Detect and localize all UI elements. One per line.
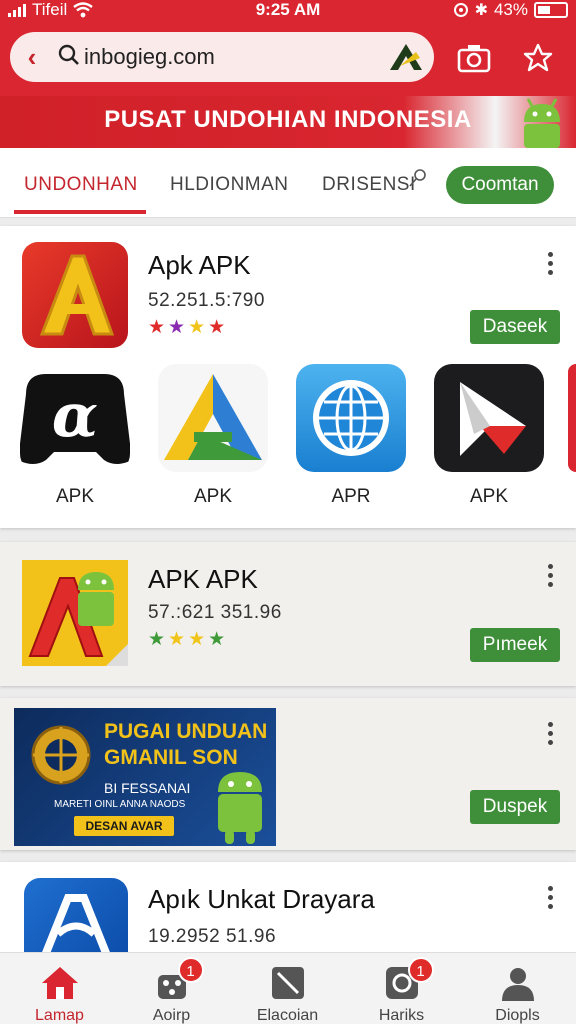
active-tab-indicator [14,210,146,214]
home-icon [40,963,80,1003]
primeek-button[interactable]: Pımeek [470,628,560,662]
featured-app-5-partial[interactable] [568,364,576,472]
promo-banner[interactable]: PUGAI UNDUAN GMANIL SON BI FESSANAI MARE… [14,708,276,846]
back-icon[interactable]: ‹ [10,42,54,73]
bookmark-button[interactable] [516,36,560,80]
star-icon: ★ [188,317,206,338]
app-downloads: 52.251.5:790 [148,290,265,311]
bluetooth-icon: ✱ [474,2,488,19]
notification-badge: 1 [407,957,434,983]
address-bar[interactable]: ‹ inbogieg.com [10,32,434,82]
promo-line-4: MARETI OINL ANNA NAODS [54,799,186,810]
url-text[interactable]: inbogieg.com [84,44,386,70]
daseek-button[interactable]: Daseek [470,310,560,344]
top-banner: PUSAT UNDOHIAN INDONESIA [0,96,576,148]
nav-hariks[interactable]: 1 Hariks [344,953,459,1024]
nav-label: Lamap [35,1007,84,1024]
nav-lamap[interactable]: Lamap [2,953,117,1024]
duspek-button[interactable]: Duspek [470,790,560,824]
bottom-nav: Lamap 1 Aoirp Elacoian 1 Hariks Diopls [0,952,576,1024]
battery-icon [534,2,568,18]
featured-app-label: APK [469,486,509,507]
app-title[interactable]: Apk APK [148,250,251,281]
rating-stars: ★ ★ ★ ★ [148,628,225,651]
promo-line-1: PUGAI UNDUAN [104,720,268,743]
edit-icon [268,963,308,1003]
app-card-4[interactable]: Apık Unkat Drayara 19.2952 51.96 [0,862,576,974]
nav-diopls[interactable]: Diopls [460,953,575,1024]
more-options-icon[interactable] [542,722,558,745]
drive-icon [158,364,268,472]
star-icon [523,43,553,72]
coomtan-button[interactable]: Coomtan [446,166,554,204]
camera-button[interactable] [452,36,496,80]
edit-small-icon [409,169,426,187]
notification-badge: 1 [177,957,204,983]
featured-app-4[interactable]: APK [434,364,544,508]
site-logo-icon [390,44,422,70]
star-icon: ★ [168,629,186,650]
tab-hldionman[interactable]: HLDIONMAN [170,174,289,196]
profile-icon [498,963,538,1003]
promo-cta-button[interactable]: DESAN AVAR [74,816,174,836]
more-options-icon[interactable] [542,564,558,587]
banner-title: PUSAT UNDOHIAN INDONESIA [104,106,472,133]
nav-elacoian[interactable]: Elacoian [230,953,345,1024]
rating-stars: ★ ★ ★ ★ [148,316,225,339]
globe-icon [296,364,406,472]
app-title[interactable]: APK APK [148,564,258,595]
star-icon: ★ [148,317,166,338]
app-icon-a-android[interactable] [22,560,128,666]
app-downloads: 57.:621 351.96 [148,602,282,623]
featured-app-label: APR [331,486,371,507]
promo-line-3: BI FESSANAI [104,780,191,796]
app-icon-a-red[interactable] [22,242,128,348]
star-icon: ★ [168,317,186,338]
star-icon: ★ [148,629,166,650]
promo-card[interactable]: PUGAI UNDUAN GMANIL SON BI FESSANAI MARE… [0,698,576,850]
svg-text:α: α [52,381,98,451]
app-downloads: 19.2952 51.96 [148,926,277,947]
featured-app-label: APK [55,486,95,507]
search-icon [54,44,84,71]
featured-app-2[interactable]: APK [158,364,268,508]
sync-icon [453,3,468,17]
star-icon: ★ [208,629,226,650]
star-icon: ★ [208,317,226,338]
nav-aoirp[interactable]: 1 Aoirp [114,953,229,1024]
android-mascot-icon [218,772,262,844]
apps-icon: 1 [152,957,204,1003]
featured-app-label: APK [193,486,233,507]
more-options-icon[interactable] [542,252,558,275]
battery-percent: 43% [493,0,528,19]
featured-app-1[interactable]: α APK [20,364,130,508]
featured-app-3[interactable]: APR [296,364,406,508]
nav-label: Diopls [495,1007,540,1024]
nav-label: Hariks [378,1007,425,1024]
star-icon: ★ [188,629,206,650]
alpha-icon: α [20,364,130,472]
tab-drisensi[interactable]: DRISENSI [322,174,416,196]
nav-label: Aoirp [152,1007,191,1024]
app-card-1[interactable]: Apk APK 52.251.5:790 ★ ★ ★ ★ Daseek α AP… [0,226,576,528]
tab-undonhan[interactable]: UNDONHAN [24,174,138,196]
app-card-2[interactable]: APK APK 57.:621 351.96 ★ ★ ★ ★ Pımeek [0,542,576,686]
camera-icon [457,45,491,73]
arrow-a-icon [434,364,544,472]
app-header: Tifeil 9:25 AM ✱ 43% ‹ inbogieg.com [0,0,576,96]
gear-wheel-icon [31,725,91,785]
nav-label: Elacoian [256,1007,319,1024]
refresh-icon: 1 [382,957,434,1003]
more-options-icon[interactable] [542,886,558,909]
app-title[interactable]: Apık Unkat Drayara [148,884,375,915]
android-mascot-icon [524,98,560,148]
status-bar: Tifeil 9:25 AM ✱ 43% [0,0,576,22]
